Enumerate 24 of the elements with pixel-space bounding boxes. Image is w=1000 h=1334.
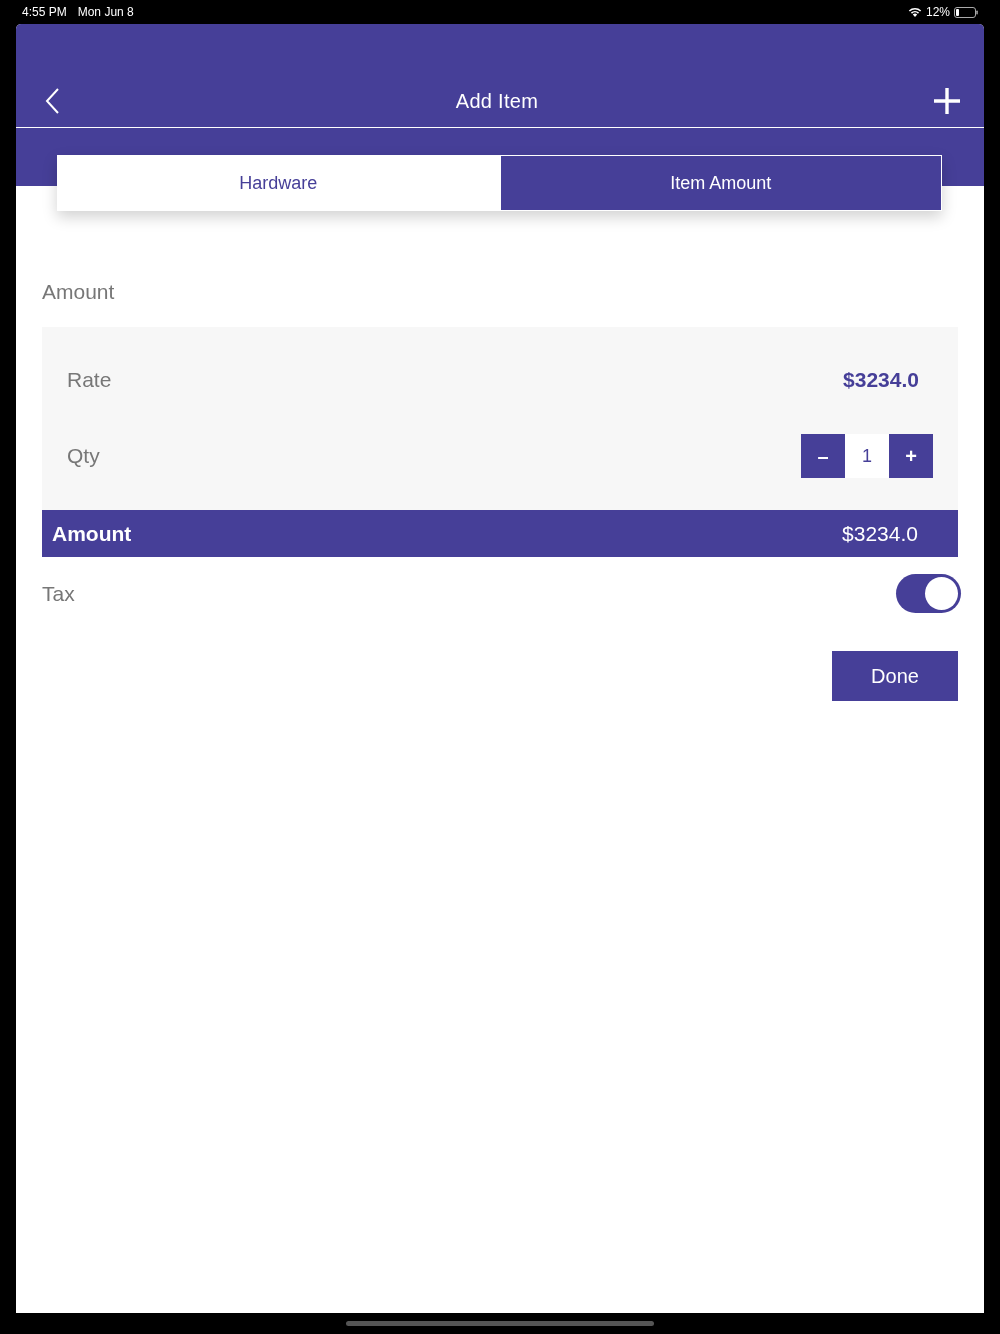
quantity-field[interactable]: 1 <box>845 434 889 478</box>
qty-label: Qty <box>67 444 100 468</box>
battery-icon <box>954 6 978 18</box>
back-icon <box>44 87 60 115</box>
battery-percent: 12% <box>925 5 950 19</box>
tax-label: Tax <box>42 581 75 606</box>
status-time: 4:55 PM <box>22 5 67 19</box>
tax-toggle[interactable] <box>896 574 961 613</box>
nav-title: Add Item <box>455 89 539 113</box>
total-label: Amount <box>52 521 132 546</box>
rate-label: Rate <box>67 368 112 392</box>
tab[interactable]: Hardware <box>57 155 500 211</box>
rate-value: $3234.0 <box>843 368 919 392</box>
back-button[interactable] <box>44 87 60 115</box>
section-title: Amount <box>42 279 115 305</box>
done-button[interactable]: Done <box>832 651 958 701</box>
add-button[interactable] <box>934 88 960 114</box>
wifi-icon <box>907 7 922 17</box>
tab[interactable]: Item Amount <box>499 155 942 211</box>
increment-button[interactable]: + <box>889 434 933 478</box>
plus-icon <box>934 88 960 114</box>
total-value: $3234.0 <box>842 521 918 546</box>
status-date: Mon Jun 8 <box>77 5 134 19</box>
decrement-button[interactable]: – <box>801 434 845 478</box>
